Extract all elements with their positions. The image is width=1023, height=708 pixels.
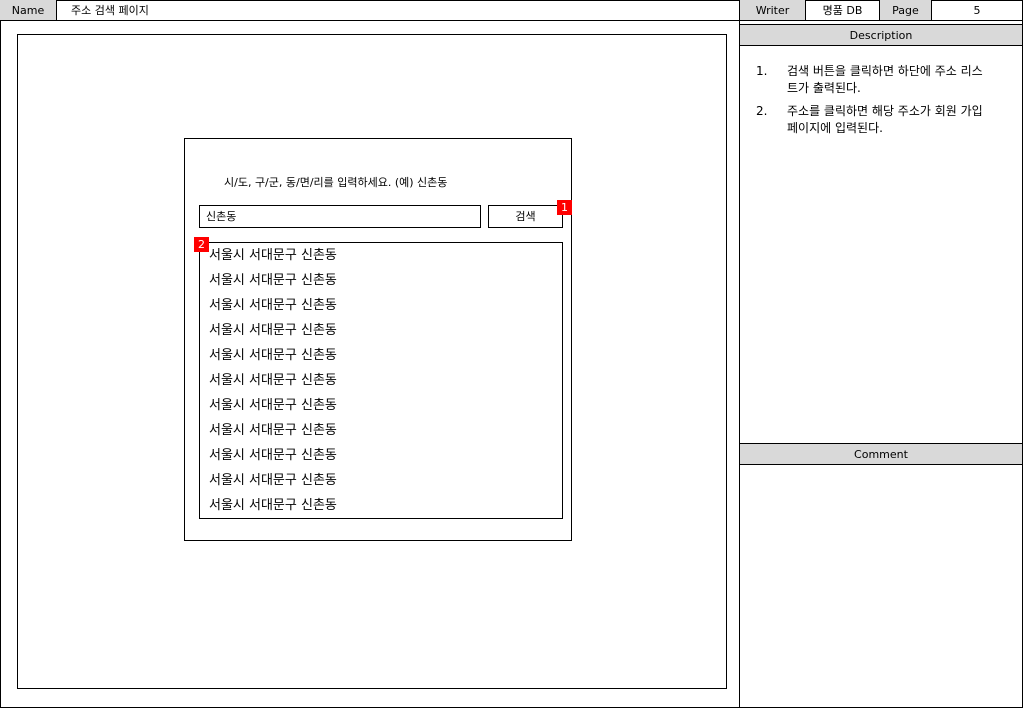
result-item[interactable]: 서울시 서대문구 신촌동 — [209, 418, 337, 443]
search-prompt: 시/도, 구/군, 동/면/리를 입력하세요. (예) 신촌동 — [224, 176, 448, 189]
comment-header: Comment — [740, 443, 1022, 465]
result-item[interactable]: 서울시 서대문구 신촌동 — [209, 368, 337, 393]
result-item[interactable]: 서울시 서대문구 신촌동 — [209, 318, 337, 343]
result-item[interactable]: 서울시 서대문구 신촌동 — [209, 393, 337, 418]
result-item[interactable]: 서울시 서대문구 신촌동 — [209, 493, 337, 518]
result-item[interactable]: 서울시 서대문구 신촌동 — [209, 468, 337, 493]
description-item-text: 검색 버튼을 클릭하면 하단에 주소 리스트가 출력된다. — [787, 64, 983, 95]
result-item[interactable]: 서울시 서대문구 신촌동 — [209, 293, 337, 318]
name-label: Name — [0, 0, 57, 21]
address-result-list: 서울시 서대문구 신촌동 서울시 서대문구 신촌동 서울시 서대문구 신촌동 서… — [199, 242, 563, 519]
annotation-badge-2: 2 — [194, 237, 209, 252]
result-item[interactable]: 서울시 서대문구 신촌동 — [209, 268, 337, 293]
result-item[interactable]: 서울시 서대문구 신촌동 — [209, 443, 337, 468]
annotation-badge-1: 1 — [557, 200, 572, 215]
description-header: Description — [740, 24, 1022, 46]
result-item[interactable]: 서울시 서대문구 신촌동 — [209, 243, 337, 268]
search-input[interactable]: 신촌동 — [199, 205, 481, 228]
description-item-number: 1. — [756, 64, 768, 78]
page-name: 주소 검색 페이지 — [57, 0, 740, 21]
description-item-number: 2. — [756, 104, 768, 118]
search-button[interactable]: 검색 — [488, 205, 563, 228]
result-item[interactable]: 서울시 서대문구 신촌동 — [209, 343, 337, 368]
description-item-text: 주소를 클릭하면 해당 주소가 회원 가입 페이지에 입력된다. — [787, 104, 983, 135]
